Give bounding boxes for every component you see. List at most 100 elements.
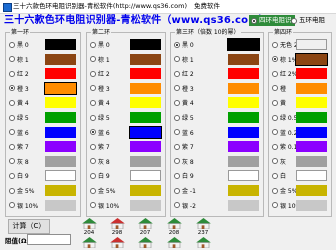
band-option[interactable]: 棕 1 <box>90 54 110 65</box>
house-button[interactable] <box>161 237 187 249</box>
band-option[interactable]: 白 9 <box>9 170 29 181</box>
band-option[interactable]: 金 -1 <box>174 185 196 196</box>
color-swatch[interactable] <box>45 155 76 167</box>
color-swatch[interactable] <box>130 97 161 109</box>
color-swatch[interactable] <box>296 97 327 109</box>
band-option[interactable]: 黄 <box>272 97 286 108</box>
house-button[interactable]: 207 <box>132 218 158 236</box>
band-option[interactable]: 绿 5 <box>174 112 194 123</box>
band-option[interactable]: 白 9 <box>174 170 194 181</box>
band-option[interactable]: 蓝 6 <box>174 127 194 138</box>
color-swatch[interactable] <box>129 125 162 139</box>
color-swatch[interactable] <box>296 170 327 182</box>
color-swatch[interactable] <box>45 39 76 50</box>
color-swatch[interactable] <box>228 170 259 182</box>
band-option[interactable]: 橙 3 <box>9 83 29 94</box>
band-option[interactable]: 紫 7 <box>90 141 110 152</box>
band-option[interactable]: 红 2 <box>90 68 110 79</box>
color-swatch[interactable] <box>45 112 76 123</box>
band-option[interactable]: 白 9 <box>90 170 110 181</box>
band-option[interactable]: 白 <box>272 170 286 181</box>
color-swatch[interactable] <box>296 82 327 94</box>
house-button[interactable]: 237 <box>190 218 216 236</box>
band-option[interactable]: 灰 <box>272 156 286 167</box>
band-option[interactable]: 蓝 6 <box>90 127 110 138</box>
band-option[interactable]: 棕 1% <box>272 54 297 65</box>
color-swatch[interactable] <box>130 112 161 123</box>
band-option[interactable]: 黄 4 <box>174 97 194 108</box>
color-swatch[interactable] <box>296 185 327 196</box>
band-option[interactable]: 红 2 <box>174 68 194 79</box>
color-swatch[interactable] <box>296 112 327 123</box>
color-swatch[interactable] <box>44 81 77 95</box>
color-swatch[interactable] <box>228 199 259 211</box>
band-option[interactable]: 黑 0 <box>9 39 29 50</box>
color-swatch[interactable] <box>228 68 259 80</box>
color-swatch[interactable] <box>296 68 327 80</box>
color-swatch[interactable] <box>228 185 259 196</box>
color-swatch[interactable] <box>228 97 259 109</box>
house-button[interactable] <box>132 237 158 249</box>
color-swatch[interactable] <box>228 155 259 167</box>
band-option[interactable]: 橙 3 <box>90 83 110 94</box>
color-swatch[interactable] <box>45 199 76 211</box>
color-swatch[interactable] <box>45 126 76 138</box>
band-option[interactable]: 黄 4 <box>90 97 110 108</box>
band-option[interactable]: 灰 8 <box>174 156 194 167</box>
band-option[interactable]: 绿 5 <box>9 112 29 123</box>
band-option[interactable]: 金 5% <box>272 185 297 196</box>
color-swatch[interactable] <box>228 53 259 65</box>
color-swatch[interactable] <box>130 170 161 182</box>
color-swatch[interactable] <box>130 39 161 50</box>
color-swatch[interactable] <box>228 82 259 94</box>
band-option[interactable]: 金 5% <box>9 185 34 196</box>
band-option[interactable]: 灰 8 <box>90 156 110 167</box>
color-swatch[interactable] <box>130 141 161 153</box>
result-field[interactable] <box>27 234 71 245</box>
color-swatch[interactable] <box>45 53 76 65</box>
band-option[interactable]: 红 2 <box>9 68 29 79</box>
color-swatch[interactable] <box>130 53 161 65</box>
mode-five-band-radio[interactable]: 五环电阻 <box>291 15 325 26</box>
color-swatch[interactable] <box>45 97 76 109</box>
color-swatch[interactable] <box>296 141 327 153</box>
color-swatch[interactable] <box>45 185 76 196</box>
color-swatch[interactable] <box>228 126 259 138</box>
color-swatch[interactable] <box>296 126 327 138</box>
house-button[interactable]: 204 <box>76 218 102 236</box>
color-swatch[interactable] <box>228 141 259 153</box>
band-option[interactable]: 紫 7 <box>174 141 194 152</box>
band-option[interactable]: 灰 8 <box>9 156 29 167</box>
band-option[interactable]: 紫 7 <box>9 141 29 152</box>
color-swatch[interactable] <box>45 68 76 80</box>
band-option[interactable]: 红 2% <box>272 68 297 79</box>
house-button[interactable] <box>76 237 102 249</box>
color-swatch[interactable] <box>130 155 161 167</box>
color-swatch[interactable] <box>130 82 161 94</box>
band-option[interactable]: 蓝 6 <box>9 127 29 138</box>
band-option[interactable]: 棕 1 <box>174 54 194 65</box>
color-swatch[interactable] <box>130 185 161 196</box>
color-swatch[interactable] <box>45 141 76 153</box>
band-option[interactable]: 绿 5 <box>90 112 110 123</box>
band-option[interactable]: 银 10% <box>9 200 38 211</box>
band-option[interactable]: 金 5% <box>90 185 115 196</box>
band-option[interactable]: 银 -2 <box>174 200 196 211</box>
band-option[interactable]: 黑 0 <box>90 39 110 50</box>
house-button[interactable] <box>190 237 216 249</box>
calculate-button[interactable]: 计算（C） <box>8 219 50 234</box>
band-option[interactable]: 橙 3 <box>174 83 194 94</box>
color-swatch[interactable] <box>296 39 327 50</box>
house-button[interactable]: 298 <box>104 218 130 236</box>
band-option[interactable]: 黄 4 <box>9 97 29 108</box>
color-swatch[interactable] <box>296 155 327 167</box>
color-swatch[interactable] <box>130 68 161 80</box>
color-swatch[interactable] <box>130 199 161 211</box>
color-swatch[interactable] <box>228 112 259 123</box>
color-swatch[interactable] <box>295 52 328 66</box>
band-option[interactable]: 黑 0 <box>174 39 194 50</box>
color-swatch[interactable] <box>45 170 76 182</box>
band-option[interactable]: 棕 1 <box>9 54 29 65</box>
color-swatch[interactable] <box>296 199 327 211</box>
house-button[interactable]: 208 <box>161 218 187 236</box>
